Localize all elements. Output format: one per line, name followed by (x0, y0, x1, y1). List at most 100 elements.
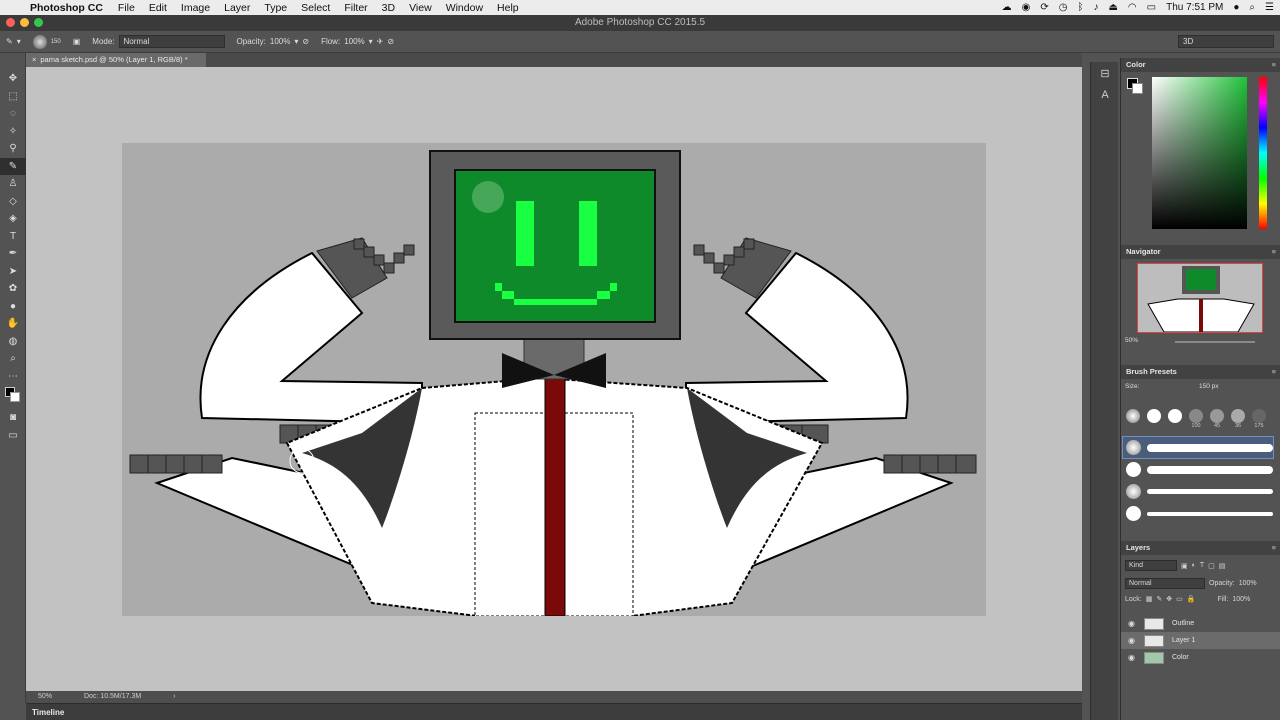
document-tab[interactable]: × pama sketch.psd @ 50% (Layer 1, RGB/8) … (26, 53, 206, 67)
mode-select[interactable]: Normal (118, 35, 225, 48)
hand-tool-icon[interactable]: ✋ (0, 315, 26, 333)
lock-transparency-icon[interactable]: ▦ (1146, 595, 1153, 603)
menu-view[interactable]: View (402, 2, 439, 14)
eyedropper-tool-icon[interactable]: ⚲ (0, 140, 26, 158)
brush-preset-item[interactable] (1123, 481, 1273, 502)
creative-cloud-icon[interactable]: ☁ (1002, 2, 1012, 13)
volume-icon[interactable]: ♪ (1093, 2, 1098, 13)
brush-tool-icon[interactable]: ✎ (0, 157, 26, 175)
blur-tool-icon[interactable]: ● (0, 298, 26, 316)
filter-shape-icon[interactable]: ▢ (1208, 562, 1215, 570)
workspace-select[interactable]: 3D (1178, 35, 1274, 48)
brush-presets-panel-header[interactable]: Brush Presets ≡ (1121, 365, 1280, 379)
nvidia-icon[interactable]: ◉ (1022, 2, 1031, 13)
navigator-zoom[interactable]: 50% (1125, 337, 1138, 344)
menu-window[interactable]: Window (439, 2, 490, 14)
opacity-dropdown-icon[interactable]: ▾ (294, 37, 298, 46)
path-select-tool-icon[interactable]: ➤ (0, 263, 26, 281)
lock-all-icon[interactable]: 🔒 (1187, 595, 1196, 603)
pressure-size-icon[interactable]: ⊘ (387, 37, 394, 46)
menu-file[interactable]: File (111, 2, 142, 14)
screen-mode-icon[interactable]: ▭ (0, 427, 26, 445)
flow-dropdown-icon[interactable]: ▾ (369, 37, 373, 46)
brush-tip[interactable] (1167, 409, 1183, 433)
visibility-eye-icon[interactable]: ◉ (1128, 619, 1136, 628)
brush-preset-item[interactable] (1122, 436, 1274, 459)
tool-preset-picker[interactable]: ✎ ▾ (0, 37, 27, 46)
move-tool-icon[interactable]: ✥ (0, 70, 26, 88)
timeline-panel[interactable]: Timeline (26, 703, 1082, 720)
opacity-input[interactable]: 100% (270, 37, 290, 46)
menu-type[interactable]: Type (257, 2, 294, 14)
menu-3d[interactable]: 3D (375, 2, 402, 14)
quick-select-tool-icon[interactable]: ✧ (0, 123, 26, 141)
airbrush-icon[interactable]: ✈ (377, 37, 384, 46)
dodge-tool-icon[interactable]: ◍ (0, 333, 26, 351)
zoom-readout[interactable]: 50% (38, 693, 52, 700)
layer-row-layer-1[interactable]: ◉ Layer 1 (1121, 632, 1280, 649)
type-tool-icon[interactable]: T (0, 228, 26, 246)
hue-slider[interactable] (1259, 77, 1267, 229)
history-panel-icon[interactable]: ⊟ (1091, 62, 1119, 84)
menubar-clock[interactable]: Thu 7:51 PM (1166, 2, 1223, 13)
character-panel-icon[interactable]: A (1091, 84, 1119, 106)
visibility-eye-icon[interactable]: ◉ (1128, 636, 1136, 645)
lock-position-icon[interactable]: ✥ (1166, 595, 1172, 603)
eraser-tool-icon[interactable]: ◇ (0, 193, 26, 211)
filter-pixel-icon[interactable]: ▣ (1181, 562, 1188, 570)
brush-panel-toggle[interactable]: ▣ (67, 37, 87, 46)
filter-smart-icon[interactable]: ▤ (1219, 562, 1226, 570)
filter-type-icon[interactable]: T (1200, 562, 1204, 569)
marquee-tool-icon[interactable]: ⬚ (0, 88, 26, 106)
layer-filter-select[interactable]: Kind (1125, 560, 1177, 571)
notification-center-icon[interactable]: ☰ (1265, 2, 1274, 13)
artwork[interactable] (122, 143, 986, 616)
stamp-tool-icon[interactable]: ♙ (0, 175, 26, 193)
brush-tip[interactable]: 100 (1188, 409, 1204, 433)
navigator-thumbnail[interactable] (1137, 263, 1263, 333)
color-bg-swatch[interactable] (1132, 83, 1143, 94)
quick-mask-icon[interactable]: ◙ (0, 409, 26, 427)
menu-image[interactable]: Image (174, 2, 217, 14)
doc-size-readout[interactable]: Doc: 10.5M/17.3M (84, 693, 141, 700)
filter-adjust-icon[interactable]: ◐ (1192, 562, 1196, 569)
status-menu-arrow-icon[interactable]: › (173, 693, 175, 700)
user-icon[interactable]: ● (1233, 2, 1239, 13)
close-window-button[interactable] (6, 18, 15, 27)
navigator-zoom-slider[interactable] (1175, 341, 1255, 343)
lock-pixels-icon[interactable]: ✎ (1156, 595, 1162, 603)
brush-tip[interactable] (1125, 409, 1141, 433)
menu-edit[interactable]: Edit (142, 2, 174, 14)
brush-tip[interactable]: 175 (1251, 409, 1267, 433)
color-swatches[interactable] (0, 385, 26, 409)
brush-preset-item[interactable] (1123, 503, 1273, 524)
zoom-window-button[interactable] (34, 18, 43, 27)
canvas-area[interactable] (26, 67, 1082, 691)
navigator-panel-header[interactable]: Navigator ≡ (1121, 245, 1280, 259)
layer-opacity-input[interactable]: 100% (1239, 580, 1257, 587)
visibility-eye-icon[interactable]: ◉ (1128, 653, 1136, 662)
background-color-swatch[interactable] (10, 392, 20, 402)
brush-tip[interactable] (1146, 409, 1162, 433)
gradient-tool-icon[interactable]: ◈ (0, 210, 26, 228)
more-tools-icon[interactable]: ⋯ (0, 368, 26, 386)
pen-tool-icon[interactable]: ✒ (0, 245, 26, 263)
brush-size-value[interactable]: 150 px (1199, 383, 1219, 390)
sync-icon[interactable]: ⟳ (1040, 2, 1048, 13)
brush-preset-picker[interactable]: 150 (27, 34, 67, 49)
layer-blend-mode-select[interactable]: Normal (1125, 578, 1205, 589)
shape-tool-icon[interactable]: ✿ (0, 280, 26, 298)
minimize-window-button[interactable] (20, 18, 29, 27)
zoom-tool-icon[interactable]: ⌕ (0, 350, 26, 368)
panel-menu-icon[interactable]: ≡ (1272, 365, 1276, 379)
panel-menu-icon[interactable]: ≡ (1272, 58, 1276, 72)
bluetooth-icon[interactable]: ᛒ (1077, 2, 1083, 13)
app-menu[interactable]: Photoshop CC (26, 2, 111, 14)
close-tab-icon[interactable]: × (32, 55, 36, 64)
battery-icon[interactable]: ▭ (1147, 2, 1156, 13)
fill-input[interactable]: 100% (1232, 596, 1250, 603)
menu-layer[interactable]: Layer (217, 2, 257, 14)
color-panel-header[interactable]: Color ≡ (1121, 58, 1280, 72)
wifi-icon[interactable]: ◠ (1128, 2, 1137, 13)
menu-filter[interactable]: Filter (337, 2, 374, 14)
